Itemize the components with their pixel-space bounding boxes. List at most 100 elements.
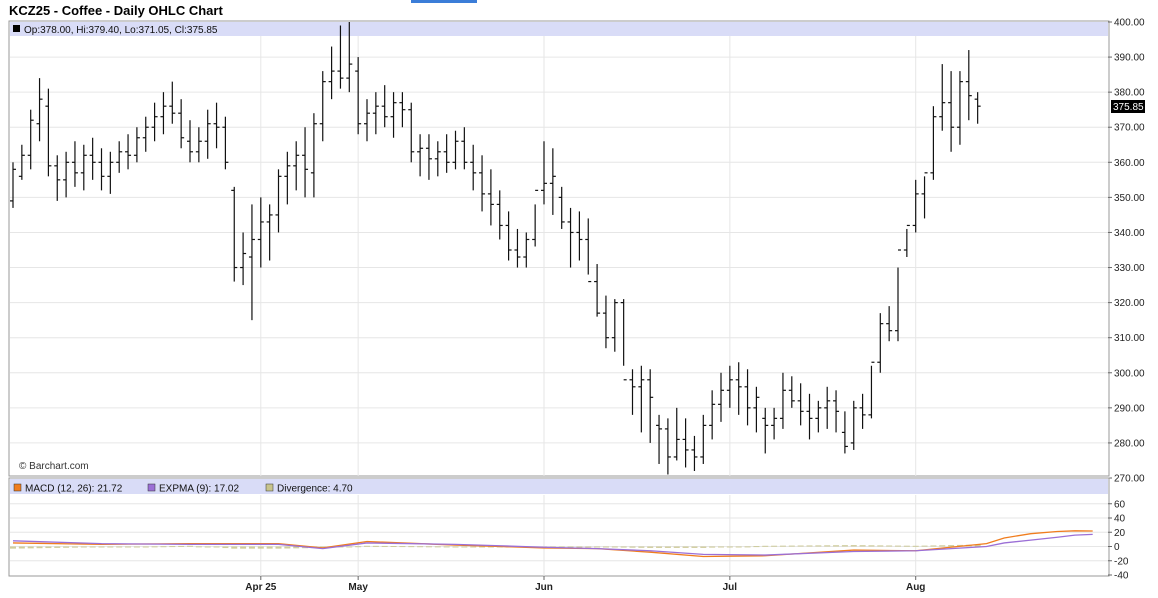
divergence-bar bbox=[939, 545, 946, 547]
date-tick-label: Apr 25 bbox=[245, 582, 277, 593]
divergence-bar bbox=[399, 546, 406, 548]
last-price-label: 375.85 bbox=[1113, 102, 1144, 113]
divergence-bar bbox=[611, 546, 618, 548]
divergence-bar bbox=[195, 546, 202, 548]
divergence-bar bbox=[620, 546, 627, 548]
divergence-bar bbox=[240, 546, 247, 549]
divergence-bar bbox=[779, 545, 786, 547]
divergence-bar bbox=[390, 546, 397, 548]
divergence-bar bbox=[762, 545, 769, 547]
macd-y-tick-label: 60 bbox=[1114, 499, 1126, 510]
ohlc-chart: Op:378.00, Hi:379.40, Lo:371.05, Cl:375.… bbox=[8, 18, 1145, 593]
divergence-bar bbox=[461, 546, 468, 548]
date-tick-label: Jul bbox=[723, 582, 738, 593]
macd-y-tick-label: 40 bbox=[1114, 514, 1126, 525]
divergence-bar bbox=[859, 545, 866, 547]
divergence-bar bbox=[815, 545, 822, 547]
divergence-bar bbox=[452, 546, 459, 548]
divergence-bar bbox=[27, 546, 34, 549]
watermark: © Barchart.com bbox=[19, 461, 89, 472]
divergence-bar bbox=[275, 546, 282, 549]
divergence-bar bbox=[638, 546, 645, 548]
divergence-bar bbox=[647, 546, 654, 548]
info-swatch bbox=[13, 25, 20, 32]
divergence-bar bbox=[806, 545, 813, 547]
divergence-bar bbox=[98, 546, 105, 548]
divergence-bar bbox=[912, 545, 919, 547]
divergence-bar bbox=[744, 546, 751, 548]
divergence-bar bbox=[886, 545, 893, 547]
divergence-bar bbox=[682, 546, 689, 548]
divergence-bar bbox=[930, 545, 937, 547]
divergence-bar bbox=[169, 546, 176, 548]
divergence-bar bbox=[585, 546, 592, 548]
divergence-bar bbox=[709, 546, 716, 548]
divergence-bar bbox=[257, 546, 264, 549]
price-y-axis: 270.00 280.00 290.00 300.00 310.00 320.00 330.… bbox=[1108, 18, 1145, 485]
divergence-bar bbox=[45, 546, 52, 549]
divergence-bar bbox=[833, 545, 840, 547]
price-y-tick-label: 290.00 bbox=[1114, 403, 1145, 414]
macd-y-tick-label: 0 bbox=[1114, 542, 1120, 553]
legend-swatch bbox=[265, 483, 274, 492]
macd-y-tick-label: 20 bbox=[1114, 528, 1126, 539]
divergence-bar bbox=[213, 546, 220, 548]
legend-label: Divergence: 4.70 bbox=[277, 484, 353, 495]
macd-y-tick-label: -40 bbox=[1114, 571, 1129, 582]
date-tick-label: May bbox=[348, 582, 368, 593]
divergence-bar bbox=[364, 545, 370, 547]
divergence-bar bbox=[788, 545, 795, 547]
price-y-tick-label: 280.00 bbox=[1114, 438, 1145, 449]
date-axis: Apr 25 May Jun Jul Aug bbox=[245, 576, 925, 593]
divergence-bar bbox=[479, 546, 486, 548]
divergence-bar bbox=[691, 546, 698, 548]
divergence-bar bbox=[443, 546, 450, 548]
price-y-tick-label: 360.00 bbox=[1114, 158, 1145, 169]
divergence-bar bbox=[381, 545, 388, 547]
legend-label: MACD (12, 26): 21.72 bbox=[25, 484, 123, 495]
price-y-tick-label: 300.00 bbox=[1114, 368, 1145, 379]
divergence-bar bbox=[629, 546, 636, 548]
divergence-bar bbox=[718, 546, 724, 548]
divergence-bar bbox=[116, 546, 123, 548]
macd-legend: MACD (12, 26): 21.72 EXPMA (9): 17.02 Dive… bbox=[13, 483, 353, 495]
divergence-bar bbox=[594, 546, 601, 548]
divergence-bar bbox=[36, 546, 43, 549]
legend-label: EXPMA (9): 17.02 bbox=[159, 484, 239, 495]
price-y-tick-label: 330.00 bbox=[1114, 263, 1145, 274]
divergence-bar bbox=[656, 546, 663, 548]
date-tick-label: Aug bbox=[906, 582, 925, 593]
divergence-bar bbox=[735, 546, 742, 548]
divergence-bar bbox=[160, 546, 167, 548]
divergence-bar bbox=[125, 546, 132, 548]
divergence-bar bbox=[187, 545, 193, 547]
divergence-bar bbox=[408, 546, 415, 548]
divergence-bar bbox=[222, 546, 229, 549]
divergence-bar bbox=[107, 546, 114, 548]
divergence-bar bbox=[63, 546, 70, 548]
divergence-bar bbox=[10, 546, 16, 549]
price-y-tick-label: 310.00 bbox=[1114, 333, 1145, 344]
divergence-bar bbox=[771, 545, 778, 547]
divergence-bar bbox=[877, 545, 884, 547]
price-y-tick-label: 340.00 bbox=[1114, 228, 1145, 239]
price-y-tick-label: 320.00 bbox=[1114, 298, 1145, 309]
legend-swatch bbox=[13, 483, 22, 492]
divergence-bar bbox=[726, 546, 733, 548]
divergence-bar bbox=[248, 546, 255, 549]
divergence-bar bbox=[178, 545, 185, 547]
divergence-bar bbox=[903, 545, 910, 547]
divergence-bar bbox=[425, 546, 432, 548]
divergence-bar bbox=[231, 546, 238, 549]
date-tick-label: Jun bbox=[535, 582, 553, 593]
divergence-bar bbox=[355, 546, 362, 548]
divergence-bar bbox=[18, 546, 25, 549]
price-y-tick-label: 350.00 bbox=[1114, 193, 1145, 204]
divergence-bar bbox=[921, 545, 928, 547]
divergence-bar bbox=[700, 546, 707, 548]
price-y-tick-label: 380.00 bbox=[1114, 88, 1145, 99]
divergence-bar bbox=[850, 545, 857, 547]
divergence-bar bbox=[417, 546, 424, 548]
info-line: Op:378.00, Hi:379.40, Lo:371.05, Cl:375.… bbox=[24, 25, 218, 36]
legend-swatch bbox=[147, 483, 156, 492]
